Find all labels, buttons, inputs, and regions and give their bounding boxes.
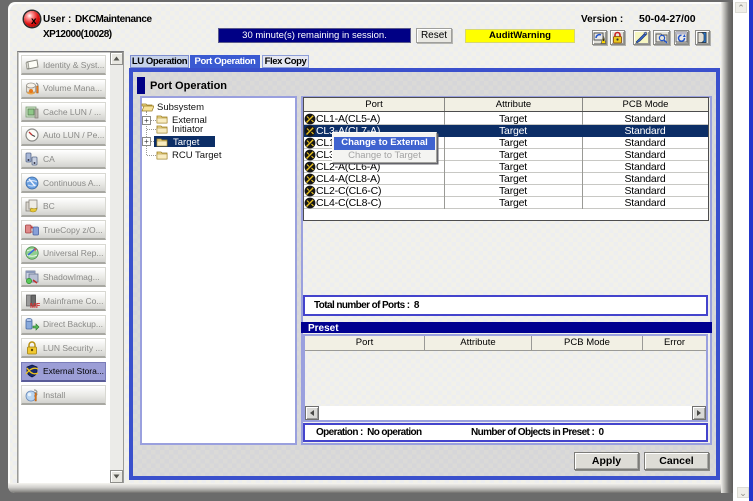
svg-text:MF: MF [30, 303, 40, 309]
